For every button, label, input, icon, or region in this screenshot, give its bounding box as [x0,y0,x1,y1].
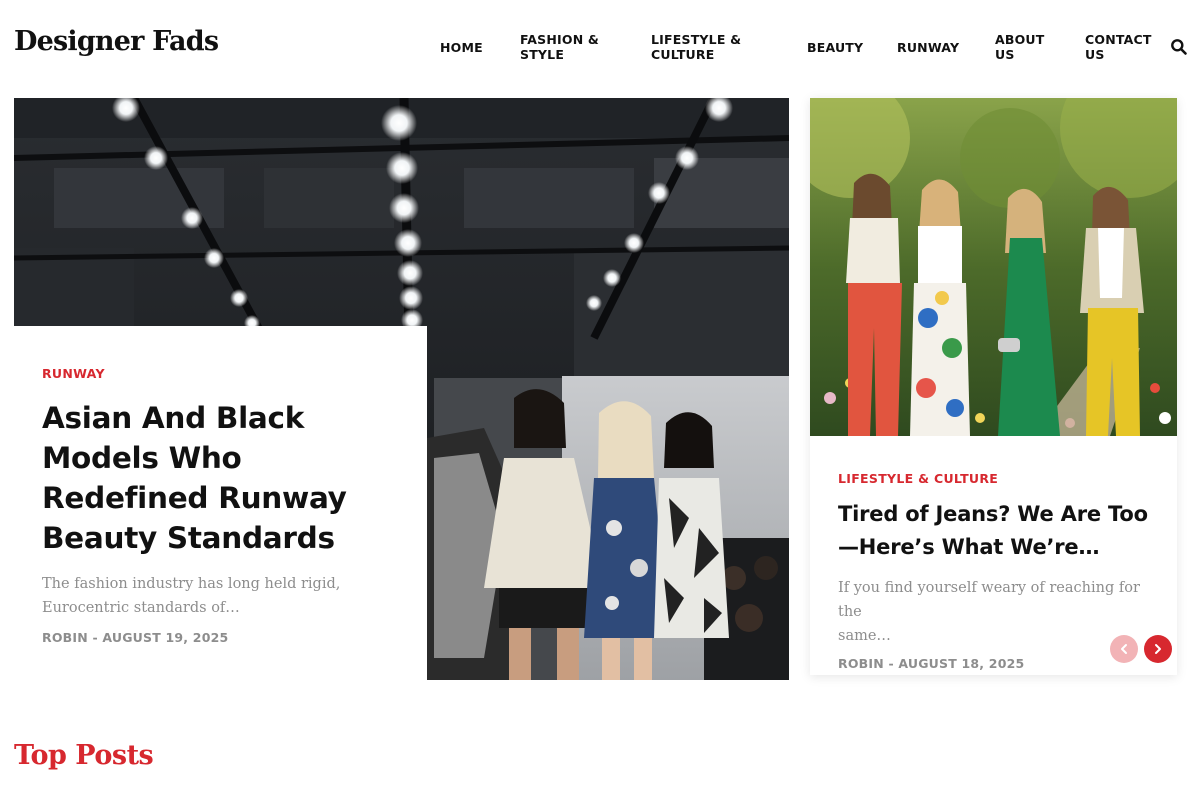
side-title-line1: Tired of Jeans? We Are Too [838,502,1148,526]
nav-lifestyle-line1: LIFESTYLE & [651,32,742,47]
side-excerpt-line1: If you find yourself weary of reaching f… [838,580,1140,620]
site-header: Designer Fads HOME FASHION & STYLE LIFES… [0,0,1200,92]
featured-excerpt-line1: The fashion industry has long held rigid… [42,576,341,592]
top-posts-heading: Top Posts [14,740,154,771]
side-title-line2: —Here’s What We’re… [838,535,1100,559]
nav-runway[interactable]: RUNWAY [897,40,959,55]
nav-home[interactable]: HOME [440,40,483,55]
slider-prev-button[interactable] [1110,635,1138,663]
nav-lifestyle-culture[interactable]: LIFESTYLE & CULTURE [651,32,741,62]
nav-beauty[interactable]: BEAUTY [807,40,863,55]
site-logo[interactable]: Designer Fads [14,26,219,57]
nav-contact-line1: CONTACT [1085,32,1152,47]
nav-contact-line2: US [1085,47,1105,62]
featured-post-meta: ROBIN - AUGUST 19, 2025 [42,630,229,645]
nav-about-line2: US [995,47,1015,62]
side-post-excerpt: If you find yourself weary of reaching f… [838,576,1158,648]
nav-fashion-line2: STYLE [520,47,565,62]
garden-models-photo [810,98,1177,436]
featured-post-card[interactable]: RUNWAY Asian And Black Models Who Redefi… [14,326,427,680]
nav-contact-us[interactable]: CONTACT US [1085,32,1152,62]
featured-category-label[interactable]: RUNWAY [42,366,399,381]
featured-post-title[interactable]: Asian And Black Models Who Redefined Run… [42,398,399,558]
side-post-card[interactable]: LIFESTYLE & CULTURE Tired of Jeans? We A… [810,98,1177,675]
side-post-meta: ROBIN - AUGUST 18, 2025 [838,656,1025,671]
featured-post-excerpt: The fashion industry has long held rigid… [42,572,399,620]
nav-about-us[interactable]: ABOUT US [995,32,1045,62]
chevron-right-icon [1155,644,1161,654]
nav-about-line1: ABOUT [995,32,1045,47]
slider-next-button[interactable] [1144,635,1172,663]
side-post-image[interactable] [810,98,1177,436]
chevron-left-icon [1121,644,1127,654]
nav-lifestyle-line2: CULTURE [651,47,715,62]
side-post-body: LIFESTYLE & CULTURE Tired of Jeans? We A… [838,471,1158,671]
side-category-label[interactable]: LIFESTYLE & CULTURE [838,471,1158,486]
nav-fashion-style[interactable]: FASHION & STYLE [520,32,599,62]
featured-excerpt-line2: Eurocentric standards of… [42,600,240,616]
side-post-title[interactable]: Tired of Jeans? We Are Too —Here’s What … [838,498,1158,564]
search-icon[interactable] [1170,38,1188,56]
nav-fashion-line1: FASHION & [520,32,600,47]
